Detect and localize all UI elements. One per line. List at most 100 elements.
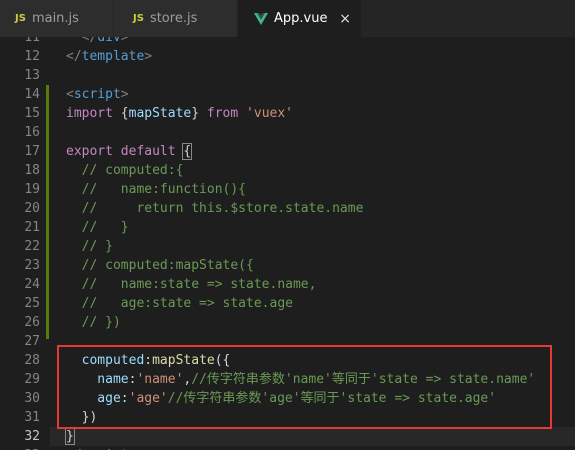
code-text: computed:mapState({ [66,351,231,370]
close-icon[interactable]: × [339,11,351,27]
code-token: 'age' [128,391,168,406]
javascript-file-icon: JS [15,13,26,24]
code-text: import {mapState} from 'vuex' [66,104,293,123]
line-number: 13 [24,68,40,83]
code-token: mapState [152,353,215,368]
line-number: 15 [24,106,40,121]
code-token: div [97,37,121,45]
line-number: 29 [24,372,40,387]
line-number: 25 [24,296,40,311]
line-number: 12 [24,49,40,64]
code-token: age [66,391,121,406]
code-line: 23 // computed:mapState({ [0,256,575,275]
code-line: 18 // computed:{ [0,161,575,180]
tab-main-js[interactable]: JS main.js [0,0,114,37]
code-token: script [73,87,121,102]
line-number: 21 [24,220,40,235]
tab-store-js[interactable]: JS store.js [114,0,238,37]
code-token: : [144,353,153,368]
code-text: // return this.$store.state.name [66,199,364,218]
code-token: > [144,49,153,64]
line-number: 31 [24,410,40,425]
code-token: // } [66,220,129,235]
code-line: 17 export default { [0,142,575,161]
code-line: 31 }) [0,408,575,427]
code-line: 28 computed:mapState({ [0,351,575,370]
code-token: 'name' [136,372,184,387]
line-number: 11 [24,37,40,45]
code-token: //传字符串参数'name'等同于'state => state.name' [191,372,536,387]
code-line: 27 [0,332,575,351]
code-text: </template> [66,47,152,66]
code-token: { [182,143,193,160]
code-editor[interactable]: 11 </div> 12 </template> 13 14 <script> 15 impo… [0,37,575,450]
tab-app-vue[interactable]: App.vue × [238,0,362,37]
code-token: default [120,144,176,159]
code-text: } [65,427,75,446]
code-token: </ [81,37,98,45]
line-number: 32 [24,429,40,444]
code-text: age:'age'//传字符串参数'age'等同于'state => state… [66,389,496,408]
code-line: 12 </template> [0,47,575,66]
code-line: 16 [0,123,575,142]
code-token: > [120,37,129,45]
code-token: // } [66,239,113,254]
code-token: // name:state => state.name, [66,277,317,292]
code-text: }) [66,408,98,427]
code-token: </ [66,49,82,64]
code-line: 33 </script> [0,446,575,450]
tab-label: App.vue [274,11,328,26]
line-number: 22 [24,239,40,254]
code-token: ({ [214,353,231,368]
line-number: 19 [24,182,40,197]
code-token: // name:function(){ [66,182,247,197]
editor-tab-bar: JS main.js JS store.js App.vue × [0,0,575,37]
tab-label: store.js [149,11,198,26]
code-token: mapState [128,106,192,121]
code-token: } [65,428,75,445]
code-line: 14 <script> [0,85,575,104]
code-line: 13 [0,66,575,85]
code-line: 21 // } [0,218,575,237]
line-number: 24 [24,277,40,292]
line-number: 16 [24,125,40,140]
code-token: } [191,106,207,121]
line-number: 26 [24,315,40,330]
code-text: // computed:mapState({ [66,256,254,275]
code-line: 25 // age:state => state.age [0,294,575,313]
code-token: computed [66,353,145,368]
code-token: > [120,87,129,102]
line-number: 27 [24,334,40,349]
code-text: // } [66,237,113,256]
code-token: : [120,391,129,406]
code-token: 'vuex' [246,106,294,121]
code-text: // }) [66,313,121,332]
code-text: // name:state => state.name, [66,275,317,294]
tab-label: main.js [31,11,79,26]
code-text: </div> [66,37,129,47]
code-line: 15 import {mapState} from 'vuex' [0,104,575,123]
code-token: }) [66,410,98,425]
code-text: // name:function(){ [66,180,246,199]
code-line: 32} [0,427,575,446]
line-number: 17 [24,144,40,159]
code-text: // computed:{ [66,161,184,180]
line-number: 14 [24,87,40,102]
code-token: // age:state => state.age [66,296,293,311]
code-text: name:'name',//传字符串参数'name'等同于'state => s… [66,370,535,389]
code-token: //传字符串参数'age'等同于'state => state.age' [167,391,497,406]
code-text: // age:state => state.age [66,294,293,313]
code-token: // computed:{ [66,163,184,178]
code-text: <script> [66,85,129,104]
code-token: template [81,49,145,64]
code-line: 19 // name:function(){ [0,180,575,199]
code-line: 29 name:'name',//传字符串参数'name'等同于'state =… [0,370,575,389]
code-line: 30 age:'age'//传字符串参数'age'等同于'state => st… [0,389,575,408]
line-number: 20 [24,201,40,216]
vue-file-icon [254,12,268,25]
code-line: 20 // return this.$store.state.name [0,199,575,218]
code-token: < [66,87,74,102]
